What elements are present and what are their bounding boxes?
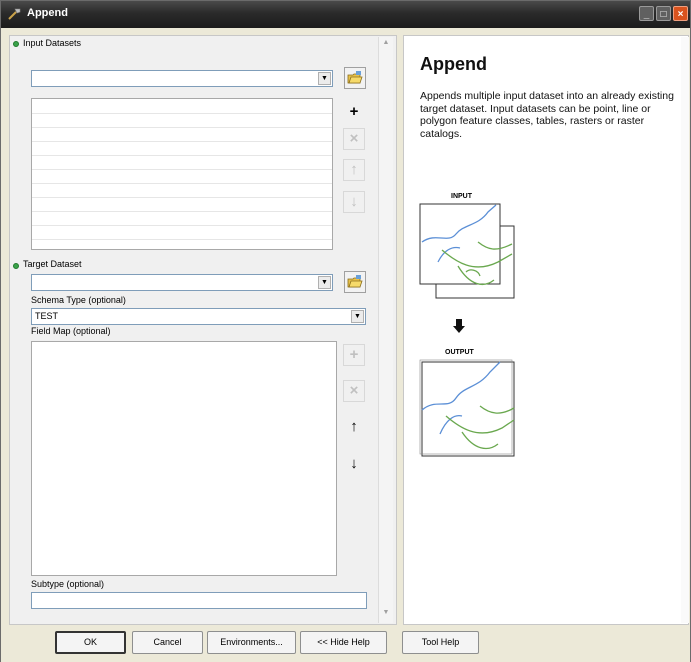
arrow-down-icon: ↓ [350,455,358,472]
input-diagram [419,203,515,299]
environments-button[interactable]: Environments... [207,631,296,654]
tool-hammer-icon [8,8,21,20]
schema-type-select[interactable]: TEST ▼ [31,308,366,325]
move-up-button[interactable]: ↑ [343,159,365,181]
field-map-list[interactable] [31,341,337,576]
arrow-down-icon: ↓ [350,193,358,210]
input-datasets-combo[interactable]: ▼ [31,70,333,87]
delete-field-button[interactable]: × [343,380,365,402]
add-dataset-button[interactable]: + [343,101,365,123]
x-icon: × [349,382,359,399]
plus-icon: + [349,346,359,363]
close-button[interactable]: × [673,6,688,21]
output-diagram-label: OUTPUT [445,349,474,356]
chevron-down-icon[interactable]: ▼ [318,276,331,289]
required-indicator-icon [13,263,19,269]
schema-type-value: TEST [35,311,59,321]
output-diagram [419,359,515,457]
schema-type-label: Schema Type (optional) [31,295,126,305]
input-datasets-list[interactable] [31,98,333,250]
target-dataset-label: Target Dataset [23,259,82,269]
add-field-button[interactable]: + [343,344,365,366]
browse-input-button[interactable] [344,67,366,89]
field-map-label: Field Map (optional) [31,326,111,336]
arrow-up-icon: ↑ [350,418,358,435]
parameters-scrollbar[interactable]: ▲ ▼ [378,37,393,623]
input-datasets-label: Input Datasets [23,38,82,48]
ok-button[interactable]: OK [55,631,126,654]
maximize-button[interactable]: □ [656,6,671,21]
help-pane: Append Appends multiple input dataset in… [403,35,689,625]
help-title: Append [420,54,487,74]
title-bar[interactable]: Append _ □ × [1,1,690,28]
move-down-button[interactable]: ↓ [343,191,365,213]
subtype-field[interactable] [31,592,367,609]
arrow-up-icon: ↑ [350,161,358,178]
remove-dataset-button[interactable]: × [343,128,365,150]
minimize-button[interactable]: _ [639,6,654,21]
scroll-up-icon[interactable]: ▲ [380,39,392,51]
plus-icon: + [349,103,359,120]
chevron-down-icon[interactable]: ▼ [351,310,364,323]
hide-help-button[interactable]: << Hide Help [300,631,387,654]
required-indicator-icon [13,41,19,47]
field-up-button[interactable]: ↑ [343,416,365,438]
append-dialog: Append _ □ × Input Datasets ▼ + × ↑ ↓ Ta [0,0,691,662]
subtype-label: Subtype (optional) [31,579,105,589]
tool-help-button[interactable]: Tool Help [402,631,479,654]
arrow-down-icon [453,319,465,333]
cancel-button[interactable]: Cancel [132,631,203,654]
input-diagram-label: INPUT [451,193,472,200]
open-folder-icon [347,275,363,288]
open-folder-icon [347,71,363,84]
browse-target-button[interactable] [344,271,366,293]
help-scrollbar[interactable] [681,37,689,623]
chevron-down-icon[interactable]: ▼ [318,72,331,85]
x-icon: × [349,130,359,147]
window-title: Append [27,7,68,19]
help-description: Appends multiple input dataset into an a… [420,90,674,140]
target-dataset-combo[interactable]: ▼ [31,274,333,291]
field-down-button[interactable]: ↓ [343,453,365,475]
scroll-down-icon[interactable]: ▼ [380,609,392,621]
